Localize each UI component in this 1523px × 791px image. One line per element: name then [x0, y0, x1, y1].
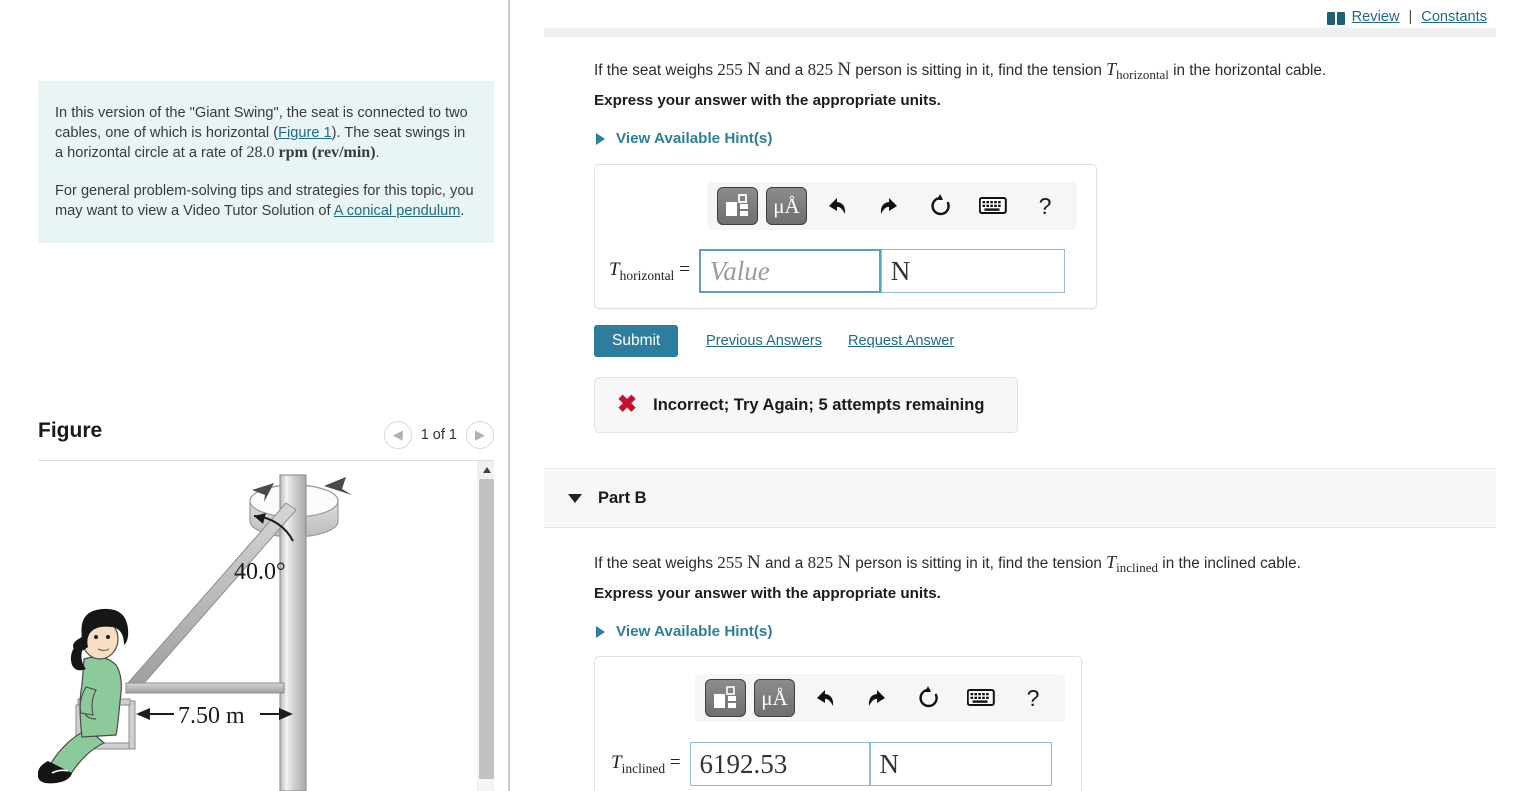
- scrollbar-thumb[interactable]: [479, 479, 494, 779]
- figure-header: Figure ◀ 1 of 1 ▶: [38, 415, 494, 461]
- inclined-cable: [127, 502, 297, 691]
- partA-feedback-banner: ✖ Incorrect; Try Again; 5 attempts remai…: [594, 377, 1018, 433]
- figure-1-link[interactable]: Figure 1: [278, 125, 332, 141]
- partA-weight-2: 825: [807, 60, 834, 79]
- partA-feedback-text: Incorrect; Try Again; 5 attempts remaini…: [653, 395, 985, 414]
- partA-math-toolbar: μÅ ?: [707, 182, 1077, 230]
- partA-q-variable: T: [1106, 59, 1117, 79]
- partB-header[interactable]: Part B: [544, 468, 1496, 528]
- partA-weight-1: 255: [717, 60, 743, 79]
- math-template-icon[interactable]: [717, 187, 758, 225]
- conical-pendulum-link[interactable]: A conical pendulum: [334, 203, 461, 219]
- partB-weight-2: 825: [807, 553, 834, 572]
- partB-q-seg4: in the inclined cable.: [1158, 555, 1301, 572]
- redo-icon[interactable]: [867, 187, 911, 225]
- partA-submit-button[interactable]: Submit: [594, 325, 679, 357]
- partB-q-seg3: person is sitting in it, find the tensio…: [851, 555, 1107, 572]
- redo-icon[interactable]: [855, 679, 899, 717]
- help-question-icon[interactable]: ?: [1023, 187, 1067, 225]
- intro-rate-value: 28.0: [246, 144, 275, 161]
- figure-body: 40.0° 7.50 m: [38, 461, 494, 791]
- reset-icon[interactable]: [907, 679, 951, 717]
- partB-question-text: If the seat weighs 255 N and a 825 N per…: [594, 551, 1494, 579]
- partB-unit-input[interactable]: N: [869, 742, 1052, 786]
- figure-scrollbar[interactable]: [477, 461, 494, 791]
- x-mark-icon: ✖: [617, 391, 638, 418]
- figure-title: Figure: [38, 419, 103, 442]
- content-top-strip: [544, 28, 1496, 37]
- partA-hint-label: View Available Hint(s): [616, 130, 773, 147]
- problem-intro-box: In this version of the "Giant Swing", th…: [38, 81, 494, 243]
- partB-unit-2: N: [837, 552, 852, 573]
- scroll-up-icon[interactable]: [478, 461, 494, 478]
- reset-icon[interactable]: [919, 187, 963, 225]
- chevron-left-icon[interactable]: ◀: [383, 421, 412, 449]
- partA-q-seg3: person is sitting in it, find the tensio…: [851, 62, 1107, 79]
- right-panel: Review | Constants If the seat weighs 25…: [512, 0, 1523, 791]
- partB-express-note: Express your answer with the appropriate…: [594, 585, 941, 602]
- partA-q-seg1: If the seat weighs: [594, 62, 718, 79]
- undo-icon[interactable]: [815, 187, 859, 225]
- caret-right-icon: [596, 132, 605, 145]
- keyboard-icon[interactable]: [971, 187, 1015, 225]
- partA-question-text: If the seat weighs 255 N and a 825 N per…: [594, 58, 1494, 86]
- partB-variable-label: Tinclined =: [611, 751, 681, 776]
- partA-answer-card: μÅ ? Thorizontal = Value N: [594, 164, 1097, 309]
- top-utility-links: Review | Constants: [1326, 9, 1487, 25]
- person-figure: [38, 608, 129, 784]
- partA-input-row: Thorizontal = Value N: [609, 249, 1065, 293]
- horizontal-cable: [125, 682, 285, 694]
- partB-weight-1: 255: [717, 553, 743, 572]
- constants-link[interactable]: Constants: [1421, 9, 1487, 25]
- review-link[interactable]: Review: [1352, 9, 1400, 25]
- partB-q-variable: T: [1106, 552, 1117, 572]
- figure-nav: ◀ 1 of 1 ▶: [383, 421, 494, 449]
- partA-q-seg2: and a: [760, 62, 808, 79]
- intro-rate-unit: rpm (rev/min): [278, 144, 376, 161]
- micro-angstrom-units-icon[interactable]: μÅ: [766, 187, 807, 225]
- keyboard-icon[interactable]: [959, 679, 1003, 717]
- intro-paragraph-2: For general problem-solving tips and str…: [55, 181, 474, 221]
- partB-q-seg1: If the seat weighs: [594, 555, 718, 572]
- math-template-icon[interactable]: [705, 679, 746, 717]
- partA-previous-answers-link[interactable]: Previous Answers: [706, 333, 822, 349]
- intro-paragraph-1: In this version of the "Giant Swing", th…: [55, 103, 474, 163]
- partB-input-row: Tinclined = 6192.53 N: [611, 742, 1052, 786]
- intro-text-2end: .: [460, 203, 465, 219]
- figure-count-label: 1 of 1: [420, 427, 457, 443]
- partA-q-subscript: horizontal: [1116, 67, 1169, 83]
- partA-hints-toggle[interactable]: View Available Hint(s): [596, 130, 772, 147]
- partB-q-seg2: and a: [760, 555, 808, 572]
- chevron-right-icon[interactable]: ▶: [466, 421, 494, 449]
- partB-answer-input[interactable]: 6192.53: [689, 742, 870, 786]
- partA-variable-label: Thorizontal =: [609, 258, 690, 283]
- help-question-icon[interactable]: ?: [1011, 679, 1055, 717]
- partA-unit-1: N: [747, 59, 761, 80]
- partA-q-seg4: in the horizontal cable.: [1168, 62, 1327, 79]
- partA-unit-2: N: [837, 59, 852, 80]
- micro-angstrom-units-icon[interactable]: μÅ: [754, 679, 795, 717]
- left-panel: In this version of the "Giant Swing", th…: [0, 0, 510, 791]
- caret-right-icon: [596, 625, 605, 638]
- book-icon: [1326, 11, 1345, 25]
- partB-q-subscript: inclined: [1116, 560, 1159, 576]
- caret-down-icon[interactable]: [568, 493, 582, 503]
- link-separator: |: [1408, 9, 1413, 25]
- partB-hints-toggle[interactable]: View Available Hint(s): [596, 623, 772, 640]
- figure-distance-label: 7.50 m: [178, 703, 245, 729]
- partA-answer-input[interactable]: Value: [698, 249, 881, 293]
- partB-hint-label: View Available Hint(s): [616, 623, 773, 640]
- figure-angle-label: 40.0°: [234, 559, 286, 585]
- giant-swing-figure: 40.0° 7.50 m: [38, 474, 352, 791]
- partB-unit-1: N: [747, 552, 761, 573]
- undo-icon[interactable]: [803, 679, 847, 717]
- partB-header-label: Part B: [598, 488, 647, 507]
- intro-text-1end: .: [375, 145, 380, 161]
- partB-answer-card: μÅ ? Tinclined = 6192.53 N: [594, 656, 1082, 791]
- partA-express-note: Express your answer with the appropriate…: [594, 92, 941, 109]
- partB-math-toolbar: μÅ ?: [695, 674, 1065, 722]
- partA-unit-input[interactable]: N: [880, 249, 1065, 293]
- page-root: In this version of the "Giant Swing", th…: [0, 0, 1523, 791]
- partA-request-answer-link[interactable]: Request Answer: [848, 333, 954, 349]
